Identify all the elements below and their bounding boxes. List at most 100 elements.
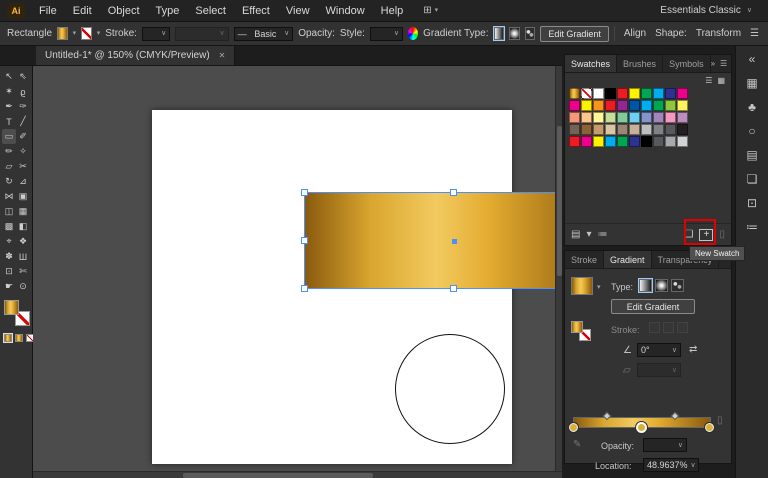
swatch-color[interactable] <box>605 136 616 147</box>
tool-shaper[interactable]: ✧ <box>16 144 30 159</box>
swatch-libraries-icon[interactable]: ▤ <box>571 229 580 240</box>
swatch-color[interactable] <box>617 136 628 147</box>
swatch-color[interactable] <box>629 112 640 123</box>
tool-curvature[interactable]: ✑ <box>16 99 30 114</box>
tool-rectangle[interactable]: ▭ <box>2 129 16 144</box>
properties-panel-icon[interactable]: ≔ <box>746 221 758 233</box>
delete-swatch-icon[interactable]: ▯ <box>719 229 725 240</box>
tool-direct-selection[interactable]: ⇖ <box>16 69 30 84</box>
swatch-color[interactable] <box>593 100 604 111</box>
selected-rectangle[interactable] <box>301 189 562 292</box>
color-guide-panel-icon[interactable]: ○ <box>748 125 755 137</box>
selection-handle[interactable] <box>450 285 457 292</box>
selection-handle[interactable] <box>301 236 308 244</box>
menu-object[interactable]: Object <box>100 5 148 17</box>
swatch-color[interactable] <box>677 88 688 99</box>
tool-mesh[interactable]: ▩ <box>2 219 16 234</box>
tool-gradient[interactable]: ◧ <box>16 219 30 234</box>
swatch-color[interactable] <box>617 100 628 111</box>
canvas[interactable] <box>33 66 562 478</box>
close-tab-icon[interactable]: ✕ <box>219 51 226 60</box>
recolor-artwork-icon[interactable] <box>407 27 419 40</box>
stroke-profile-select[interactable]: ∨ <box>175 26 229 41</box>
swatch-color[interactable] <box>629 124 640 135</box>
fill-stroke-control[interactable] <box>4 300 30 326</box>
stroke-weight-select[interactable]: ∨ <box>141 26 171 41</box>
swatch-color[interactable] <box>593 112 604 123</box>
swatch-color[interactable] <box>653 88 664 99</box>
swatch-gradient[interactable] <box>569 88 580 99</box>
vertical-scrollbar[interactable] <box>555 66 562 478</box>
swatch-color[interactable] <box>581 136 592 147</box>
symbols-panel-icon[interactable]: ♣ <box>748 101 756 113</box>
tool-blend[interactable]: ❖ <box>16 234 30 249</box>
stroke-across-icon[interactable] <box>677 322 688 333</box>
scrollbar-thumb[interactable] <box>183 473 373 478</box>
angle-select[interactable]: 0° ∨ <box>637 343 681 357</box>
tool-slice[interactable]: ✄ <box>16 264 30 279</box>
control-panel-menu-icon[interactable]: ☰ <box>750 28 759 39</box>
fill-stroke-toggle[interactable] <box>571 321 591 341</box>
gradient-stop[interactable] <box>635 422 647 433</box>
tool-hand[interactable]: ☛ <box>2 279 16 294</box>
swatch-color[interactable] <box>581 112 592 123</box>
tool-paintbrush[interactable]: ✐ <box>16 129 30 144</box>
menu-window[interactable]: Window <box>318 5 373 17</box>
layers-panel-icon[interactable]: ❏ <box>747 173 758 185</box>
stroke-within-icon[interactable] <box>649 322 660 333</box>
swatch-color[interactable] <box>629 100 640 111</box>
stroke-along-icon[interactable] <box>663 322 674 333</box>
tool-zoom[interactable]: ⊙ <box>16 279 30 294</box>
linear-gradient-icon[interactable] <box>492 26 506 41</box>
edit-stop-icon[interactable]: ✎ <box>573 440 581 450</box>
swatch-color[interactable] <box>641 136 652 147</box>
swatch-color[interactable] <box>653 100 664 111</box>
tool-shape-builder[interactable]: ◫ <box>2 204 16 219</box>
transform-label[interactable]: Transform <box>696 28 741 39</box>
list-view-icon[interactable]: ☰ <box>705 76 712 85</box>
swatch-color[interactable] <box>581 100 592 111</box>
menu-select[interactable]: Select <box>187 5 234 17</box>
tool-eraser[interactable]: ▱ <box>2 159 16 174</box>
gradient-stop[interactable] <box>569 423 578 432</box>
artboards-panel-icon[interactable]: ⊡ <box>747 197 757 209</box>
tool-artboard[interactable]: ⊡ <box>2 264 16 279</box>
location-select[interactable]: 48.9637% ∨ <box>643 458 699 472</box>
opacity-select[interactable]: ∨ <box>643 438 687 452</box>
selection-handle[interactable] <box>301 189 308 196</box>
horizontal-scrollbar[interactable] <box>33 471 562 478</box>
tool-line-segment[interactable]: ╱ <box>16 114 30 129</box>
swatch-color[interactable] <box>605 112 616 123</box>
tool-pen[interactable]: ✒ <box>2 99 16 114</box>
tool-column-graph[interactable]: Ш <box>16 249 30 264</box>
swatch-color[interactable] <box>653 124 664 135</box>
freeform-gradient-icon[interactable] <box>671 279 684 292</box>
swatch-color[interactable] <box>569 124 580 135</box>
menu-edit[interactable]: Edit <box>65 5 100 17</box>
swatch-color[interactable] <box>593 88 604 99</box>
swatch-color[interactable] <box>605 124 616 135</box>
swatch-color[interactable] <box>593 136 604 147</box>
swatch-kinds-icon[interactable]: ▾ <box>586 229 591 240</box>
align-label[interactable]: Align <box>624 28 646 39</box>
libraries-panel-icon[interactable]: ▤ <box>746 149 757 161</box>
swatch-color[interactable] <box>581 124 592 135</box>
edit-gradient-button[interactable]: Edit Gradient <box>611 299 695 314</box>
swatch-color[interactable] <box>629 136 640 147</box>
tool-perspective-grid[interactable]: ▦ <box>16 204 30 219</box>
swatch-color[interactable] <box>641 88 652 99</box>
swatch-color[interactable] <box>617 112 628 123</box>
swatch-color[interactable] <box>593 124 604 135</box>
collapse-panels-icon[interactable]: « <box>749 53 756 65</box>
tool-eyedropper[interactable]: ⌖ <box>2 234 16 249</box>
tool-lasso[interactable]: ϱ <box>16 84 30 99</box>
fill-swatch[interactable] <box>571 321 583 333</box>
reverse-gradient-icon[interactable]: ⇄ <box>689 345 697 355</box>
swatch-color[interactable] <box>569 112 580 123</box>
gradient-thumbnail[interactable] <box>571 277 593 295</box>
swatch-color[interactable] <box>653 136 664 147</box>
edit-gradient-button[interactable]: Edit Gradient <box>540 25 609 42</box>
tool-symbol-sprayer[interactable]: ✽ <box>2 249 16 264</box>
tool-width[interactable]: ⋈ <box>2 189 16 204</box>
document-tab[interactable]: Untitled-1* @ 150% (CMYK/Preview) ✕ <box>36 46 236 65</box>
